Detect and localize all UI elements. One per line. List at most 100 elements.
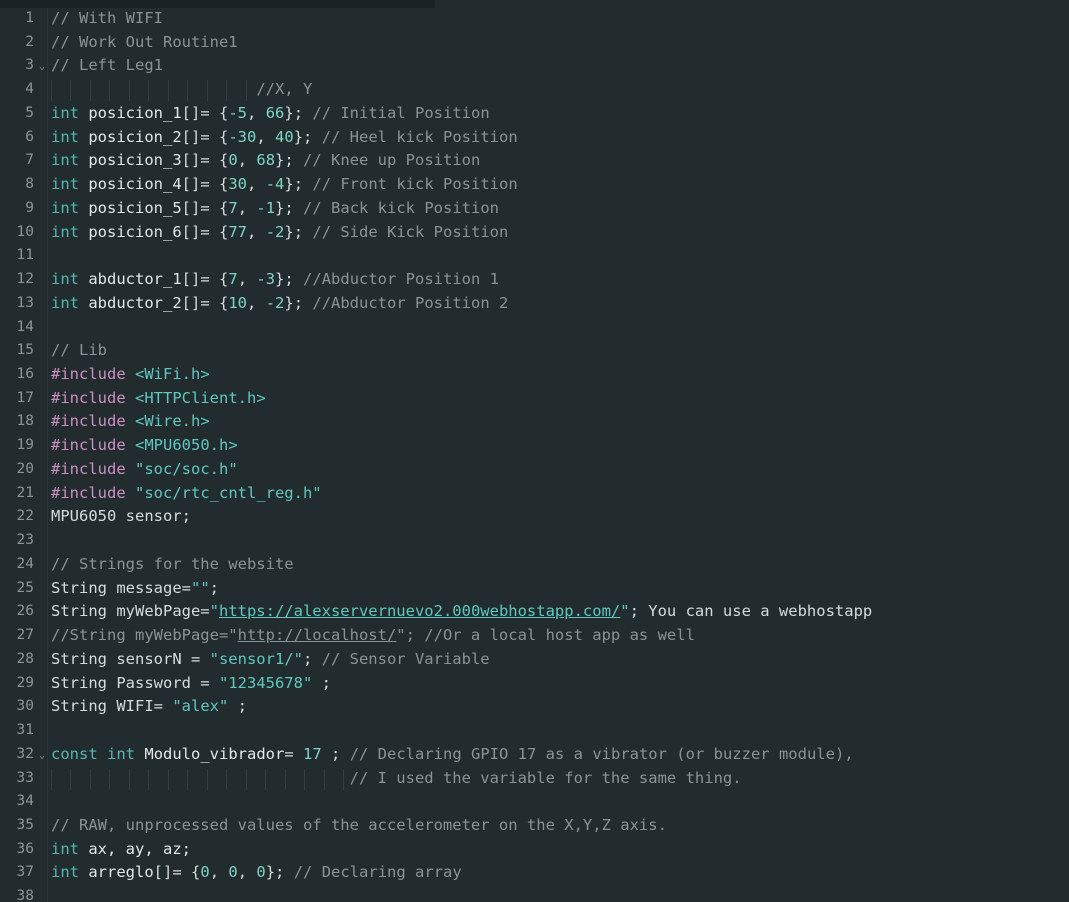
code-token-type: int <box>51 863 79 882</box>
code-line-content[interactable]: //X, Y <box>51 78 1069 102</box>
code-line-content[interactable]: // I used the variable for the same thin… <box>51 767 1069 791</box>
code-line[interactable]: 19 #include <MPU6050.h> <box>0 434 1069 458</box>
code-line-content[interactable] <box>51 529 1069 553</box>
code-token-ident: posicion_5 <box>88 198 182 217</box>
line-number: 26 <box>16 603 34 620</box>
code-line[interactable]: 3 ⌄// Left Leg1 <box>0 54 1069 78</box>
code-line[interactable]: 8 int posicion_4[]= {30, -4}; // Front ki… <box>0 173 1069 197</box>
code-token-num: 77 <box>228 222 248 241</box>
code-line[interactable]: 12 int abductor_1[]= {7, -3}; //Abductor … <box>0 268 1069 292</box>
code-line[interactable]: 10 int posicion_6[]= {77, -2}; // Side Ki… <box>0 221 1069 245</box>
code-token-link[interactable]: https://alexservernuevo2.000webhostapp.c… <box>219 602 620 620</box>
code-line-content[interactable]: String sensorN = "sensor1/"; // Sensor V… <box>51 648 1069 672</box>
code-line-content[interactable]: #include "soc/rtc_cntl_reg.h" <box>51 482 1069 506</box>
code-line-content[interactable]: int ax, ay, az; <box>51 838 1069 862</box>
code-line-content[interactable]: // Work Out Routine1 <box>51 31 1069 55</box>
code-line-content[interactable]: #include <Wire.h> <box>51 410 1069 434</box>
code-line[interactable]: 4 //X, Y <box>0 78 1069 102</box>
code-line[interactable]: 16 #include <WiFi.h> <box>0 363 1069 387</box>
code-line[interactable]: 17 #include <HTTPClient.h> <box>0 387 1069 411</box>
code-line-content[interactable]: MPU6050 sensor; <box>51 505 1069 529</box>
code-line[interactable]: 28 String sensorN = "sensor1/"; // Sensor… <box>0 648 1069 672</box>
code-line[interactable]: 26 String myWebPage="https://alexservernu… <box>0 600 1069 624</box>
code-line-content[interactable]: // Lib <box>51 339 1069 363</box>
editor-top-strip-right <box>435 0 1069 8</box>
code-line[interactable]: 32 ⌄ const int Modulo_vibrador= 17 ; // De… <box>0 743 1069 767</box>
code-editor[interactable]: 1 // With WIFI 2 // Work Out Routine1 3 ⌄// L… <box>0 0 1069 902</box>
code-line-content[interactable]: String myWebPage="https://alexservernuev… <box>51 600 1069 624</box>
code-token-str: " <box>620 602 630 621</box>
code-line[interactable]: 13 int abductor_2[]= {10, -2}; //Abductor… <box>0 292 1069 316</box>
line-number: 3 <box>25 57 34 74</box>
code-line-content[interactable]: #include <HTTPClient.h> <box>51 387 1069 411</box>
code-line-content[interactable]: int abductor_1[]= {7, -3}; //Abductor Po… <box>51 268 1069 292</box>
code-line-content[interactable]: #include <MPU6050.h> <box>51 434 1069 458</box>
code-token-punc: []= { <box>181 270 229 289</box>
code-line[interactable]: 14 <box>0 316 1069 340</box>
code-line[interactable]: 38 <box>0 885 1069 902</box>
code-line[interactable]: 2 // Work Out Routine1 <box>0 31 1069 55</box>
code-line[interactable]: 9 int posicion_5[]= {7, -1}; // Back kick… <box>0 197 1069 221</box>
code-line-content[interactable]: String Password = "12345678" ; <box>51 672 1069 696</box>
code-line-content[interactable]: int posicion_3[]= {0, 68}; // Knee up Po… <box>51 149 1069 173</box>
code-line[interactable]: 24 // Strings for the website <box>0 553 1069 577</box>
code-line[interactable]: 29 String Password = "12345678" ; <box>0 672 1069 696</box>
code-line-content[interactable]: #include <WiFi.h> <box>51 363 1069 387</box>
code-line[interactable]: 15 // Lib <box>0 339 1069 363</box>
code-line-content[interactable]: int abductor_2[]= {10, -2}; //Abductor P… <box>51 292 1069 316</box>
code-line[interactable]: 35 // RAW, unprocessed values of the acce… <box>0 814 1069 838</box>
code-line-content[interactable]: String message=""; <box>51 577 1069 601</box>
code-line[interactable]: 33 // I used the variable for the same t… <box>0 767 1069 791</box>
code-line-content[interactable] <box>51 790 1069 814</box>
code-line-content[interactable]: String WIFI= "alex" ; <box>51 695 1069 719</box>
code-line[interactable]: 21 #include "soc/rtc_cntl_reg.h" <box>0 482 1069 506</box>
code-line[interactable]: 22 MPU6050 sensor; <box>0 505 1069 529</box>
code-line-content[interactable] <box>51 719 1069 743</box>
code-token-ident: posicion_4 <box>88 175 182 194</box>
code-line-content[interactable]: int arreglo[]= {0, 0, 0}; // Declaring a… <box>51 861 1069 885</box>
code-line-content[interactable]: // Strings for the website <box>51 553 1069 577</box>
code-line[interactable]: 31 <box>0 719 1069 743</box>
code-line[interactable]: 20 #include "soc/soc.h" <box>0 458 1069 482</box>
code-line[interactable]: 1 // With WIFI <box>0 7 1069 31</box>
code-line[interactable]: 7 int posicion_3[]= {0, 68}; // Knee up P… <box>0 149 1069 173</box>
code-line-content[interactable]: int posicion_2[]= {-30, 40}; // Heel kic… <box>51 126 1069 150</box>
code-token-comment: //X, Y <box>256 80 313 99</box>
code-line[interactable]: 18 #include <Wire.h> <box>0 410 1069 434</box>
code-line[interactable]: 6 int posicion_2[]= {-30, 40}; // Heel ki… <box>0 126 1069 150</box>
code-token-num: -2 <box>265 293 285 312</box>
code-line[interactable]: 5 int posicion_1[]= {-5, 66}; // Initial … <box>0 102 1069 126</box>
code-line[interactable]: 36 int ax, ay, az; <box>0 838 1069 862</box>
code-line[interactable]: 11 <box>0 244 1069 268</box>
code-line-content[interactable]: int posicion_5[]= {7, -1}; // Back kick … <box>51 197 1069 221</box>
code-line[interactable]: 25 String message=""; <box>0 577 1069 601</box>
code-token-num: 7 <box>228 198 238 217</box>
line-number: 15 <box>16 342 34 359</box>
code-line-content[interactable]: const int Modulo_vibrador= 17 ; // Decla… <box>51 743 1069 767</box>
code-line[interactable]: 23 <box>0 529 1069 553</box>
code-line-content[interactable]: // Left Leg1 <box>51 54 1069 78</box>
code-line[interactable]: 37 int arreglo[]= {0, 0, 0}; // Declaring… <box>0 861 1069 885</box>
code-line-content[interactable]: int posicion_6[]= {77, -2}; // Side Kick… <box>51 221 1069 245</box>
code-line-content[interactable]: //String myWebPage="http://localhost/"; … <box>51 624 1069 648</box>
code-lines-container[interactable]: 1 // With WIFI 2 // Work Out Routine1 3 ⌄// L… <box>0 0 1069 902</box>
code-line-content[interactable] <box>51 885 1069 902</box>
code-line[interactable]: 30 String WIFI= "alex" ; <box>0 695 1069 719</box>
code-line[interactable]: 27 //String myWebPage="http://localhost/"… <box>0 624 1069 648</box>
code-line-content[interactable] <box>51 316 1069 340</box>
code-line-content[interactable]: // With WIFI <box>51 7 1069 31</box>
code-token-type: int <box>51 127 79 146</box>
code-line-content[interactable]: // RAW, unprocessed values of the accele… <box>51 814 1069 838</box>
editor-top-strip <box>0 0 435 8</box>
code-token-comment: // Strings for the website <box>51 554 294 573</box>
code-token-link-dim[interactable]: http://localhost/ <box>238 626 397 644</box>
code-line-content[interactable]: #include "soc/soc.h" <box>51 458 1069 482</box>
code-token-num: 66 <box>265 103 285 122</box>
code-line-content[interactable]: int posicion_4[]= {30, -4}; // Front kic… <box>51 173 1069 197</box>
code-line[interactable]: 34 <box>0 790 1069 814</box>
code-line-content[interactable]: int posicion_1[]= {-5, 66}; // Initial P… <box>51 102 1069 126</box>
code-token-comment: // RAW, unprocessed values of the accele… <box>51 815 667 834</box>
code-line-content[interactable] <box>51 244 1069 268</box>
